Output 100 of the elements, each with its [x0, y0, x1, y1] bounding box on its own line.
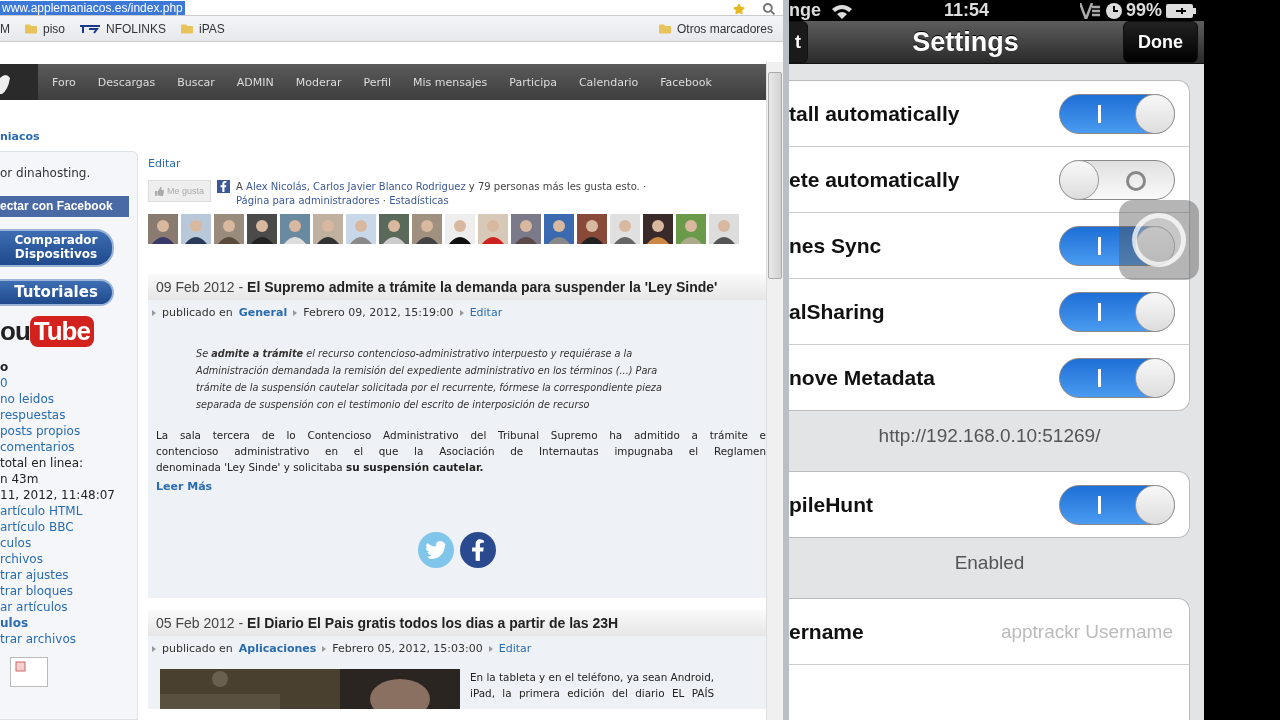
- toggle-switch[interactable]: [1059, 225, 1175, 266]
- edit-link[interactable]: Editar: [148, 157, 181, 170]
- banner-button[interactable]: Tutoriales: [0, 278, 114, 306]
- quote-line: Se admite a trámite el recurso contencioso-administrativo interpuesto y requiérase a la: [196, 347, 634, 361]
- bookmark[interactable]: iPAS: [180, 21, 225, 36]
- banner-button[interactable]: Comparador Dispositivos: [0, 229, 114, 267]
- article-title-link[interactable]: El Diario El Pais gratis todos los dias a partir de las 23H: [247, 615, 619, 631]
- youtube-logo-text[interactable]: ou: [0, 315, 30, 347]
- nav-link[interactable]: Foro: [52, 75, 76, 89]
- like-box-link[interactable]: Estadísticas: [389, 195, 449, 206]
- nav-link[interactable]: Calendario: [578, 75, 639, 89]
- bookmark[interactable]: M: [0, 21, 10, 36]
- battery-text: 99%: [1125, 0, 1162, 21]
- like-box-link[interactable]: Alex Nicolás: [246, 181, 307, 192]
- folder-icon: [180, 22, 195, 35]
- article-text-line: La sala tercera de lo Contencioso Administrativo del Tribunal Supremo ha admitido a trámite e: [156, 428, 766, 443]
- nav-link[interactable]: Perfil: [363, 75, 392, 89]
- search-icon[interactable]: [763, 3, 775, 15]
- sidebar-link[interactable]: 0: [0, 374, 137, 391]
- image-icon: [10, 656, 48, 687]
- toggle-switch[interactable]: [1059, 291, 1175, 332]
- sidebar-link[interactable]: trar archivos: [0, 630, 137, 647]
- sidebar-link[interactable]: rchivos: [0, 550, 137, 567]
- url-text[interactable]: www.applemaniacos.es/index.php: [0, 1, 185, 15]
- sidebar-link[interactable]: comentarios: [0, 438, 137, 455]
- sidebar-text: n 43m: [0, 470, 40, 487]
- like-box-link[interactable]: Carlos Javier Blanco Rodriguez: [313, 181, 466, 192]
- quote-line: Administración demandada la remisión del expediente administrativo en los términos (...) Para: [196, 364, 659, 378]
- toggle-switch[interactable]: [1059, 484, 1175, 525]
- star-icon[interactable]: [733, 3, 745, 15]
- nav-link[interactable]: Mis mensajes: [413, 75, 488, 89]
- category-link[interactable]: General: [238, 306, 288, 319]
- sponsor-text: or dinahosting.: [0, 166, 92, 180]
- bookmark[interactable]: Otros marcadores: [657, 21, 773, 36]
- nav-link[interactable]: Descargas: [97, 75, 156, 89]
- sidebar-link[interactable]: no leidos: [0, 390, 137, 407]
- toggle-switch[interactable]: [1059, 93, 1175, 134]
- quote-line: trámite de la suspensión cautelar solicitada por el recurrente, fórmese la correspondiente pieza: [196, 381, 663, 395]
- article-date: 09 Feb 2012 -: [156, 279, 244, 295]
- category-link[interactable]: Aplicaciones: [238, 642, 317, 655]
- article-text-line: iPad, la primera edición del diario EL PAÍS: [470, 686, 715, 701]
- site-name-link[interactable]: niacos: [0, 100, 40, 151]
- sidebar-link[interactable]: ulos: [0, 614, 137, 631]
- sidebar-text: total en linea:: [0, 454, 85, 471]
- bullet-icon: [459, 309, 464, 316]
- sidebar-link[interactable]: respuestas: [0, 406, 137, 423]
- bullet-icon: [322, 645, 327, 652]
- sidebar-link[interactable]: ar artículos: [0, 598, 137, 615]
- like-box-link[interactable]: Página para administradores: [236, 195, 380, 206]
- sidebar-link[interactable]: trar ajustes: [0, 566, 137, 583]
- bookmark[interactable]: NFOLINKS: [79, 21, 167, 36]
- group-footer-text: http://192.168.0.10:51269/: [877, 424, 1102, 448]
- bookmark-icon: [79, 23, 101, 34]
- article-text-line: contencioso administrativo en el que la Asociación de Internautas impugnaba el Reglamen: [156, 444, 766, 459]
- toggle-switch[interactable]: [1059, 159, 1175, 200]
- nav-link[interactable]: ADMIN: [236, 75, 274, 89]
- thumbs-up-icon: [155, 186, 164, 196]
- back-button[interactable]: t: [789, 21, 808, 63]
- group-footer-text: Enabled: [953, 551, 1026, 575]
- setting-label: pileHunt: [789, 492, 873, 517]
- assistive-touch-button[interactable]: [1119, 200, 1199, 280]
- nav-link[interactable]: Buscar: [177, 75, 215, 89]
- nav-link[interactable]: Participa: [509, 75, 557, 89]
- nav-title: Settings: [911, 26, 1020, 58]
- setting-label: nes Sync: [789, 233, 882, 258]
- bullet-icon: [152, 645, 156, 652]
- youtube-logo-badge[interactable]: Tube: [29, 315, 94, 347]
- username-field[interactable]: apptrackr Username: [971, 619, 1175, 644]
- article-text-line: En la tableta y en el teléfono, ya sean Android,: [470, 670, 715, 685]
- nav-link[interactable]: Moderar: [295, 75, 342, 89]
- nav-link[interactable]: Facebook: [660, 75, 712, 89]
- sidebar-link[interactable]: trar bloques: [0, 582, 137, 599]
- read-more-link[interactable]: Leer Más: [156, 480, 213, 493]
- facebook-icon: [217, 180, 231, 193]
- published-label: publicado en: [162, 642, 233, 655]
- edit-link[interactable]: Editar: [498, 642, 532, 655]
- carrier-text: nge: [789, 0, 821, 21]
- setting-label: tall automatically: [789, 101, 960, 126]
- bullet-icon: [293, 309, 298, 316]
- sidebar-link[interactable]: culos: [0, 534, 137, 551]
- sidebar-link[interactable]: posts propios: [0, 422, 137, 439]
- wifi-icon: [831, 2, 853, 19]
- setting-label: ete automatically: [789, 167, 960, 192]
- article-title-link[interactable]: El Supremo admite a trámite la demanda para suspender la 'Ley Sinde': [247, 279, 718, 295]
- scrollbar[interactable]: [766, 62, 783, 720]
- article-timestamp: Febrero 09, 2012, 15:19:00: [303, 306, 454, 319]
- bookmark[interactable]: piso: [24, 21, 65, 36]
- sidebar-link[interactable]: artículo BBC: [0, 518, 137, 535]
- facebook-icon[interactable]: [460, 532, 496, 568]
- toggle-switch[interactable]: [1059, 357, 1175, 398]
- article-date: 05 Feb 2012 -: [156, 615, 244, 631]
- facebook-connect-button[interactable]: ectar con Facebook: [0, 196, 129, 217]
- sidebar-link[interactable]: artículo HTML: [0, 502, 137, 519]
- edit-link[interactable]: Editar: [469, 306, 503, 319]
- published-label: publicado en: [162, 306, 233, 319]
- app-status-icon: [1079, 2, 1100, 19]
- done-button[interactable]: Done: [1123, 21, 1198, 63]
- battery-icon: [1166, 3, 1196, 18]
- sidebar-text: 11, 2012, 11:48:07: [0, 486, 116, 503]
- like-text: A Alex Nicolás, Carlos Javier Blanco Rodriguez y 79 personas más les gusta esto. · Página para administradores · Estadísticas: [236, 180, 648, 208]
